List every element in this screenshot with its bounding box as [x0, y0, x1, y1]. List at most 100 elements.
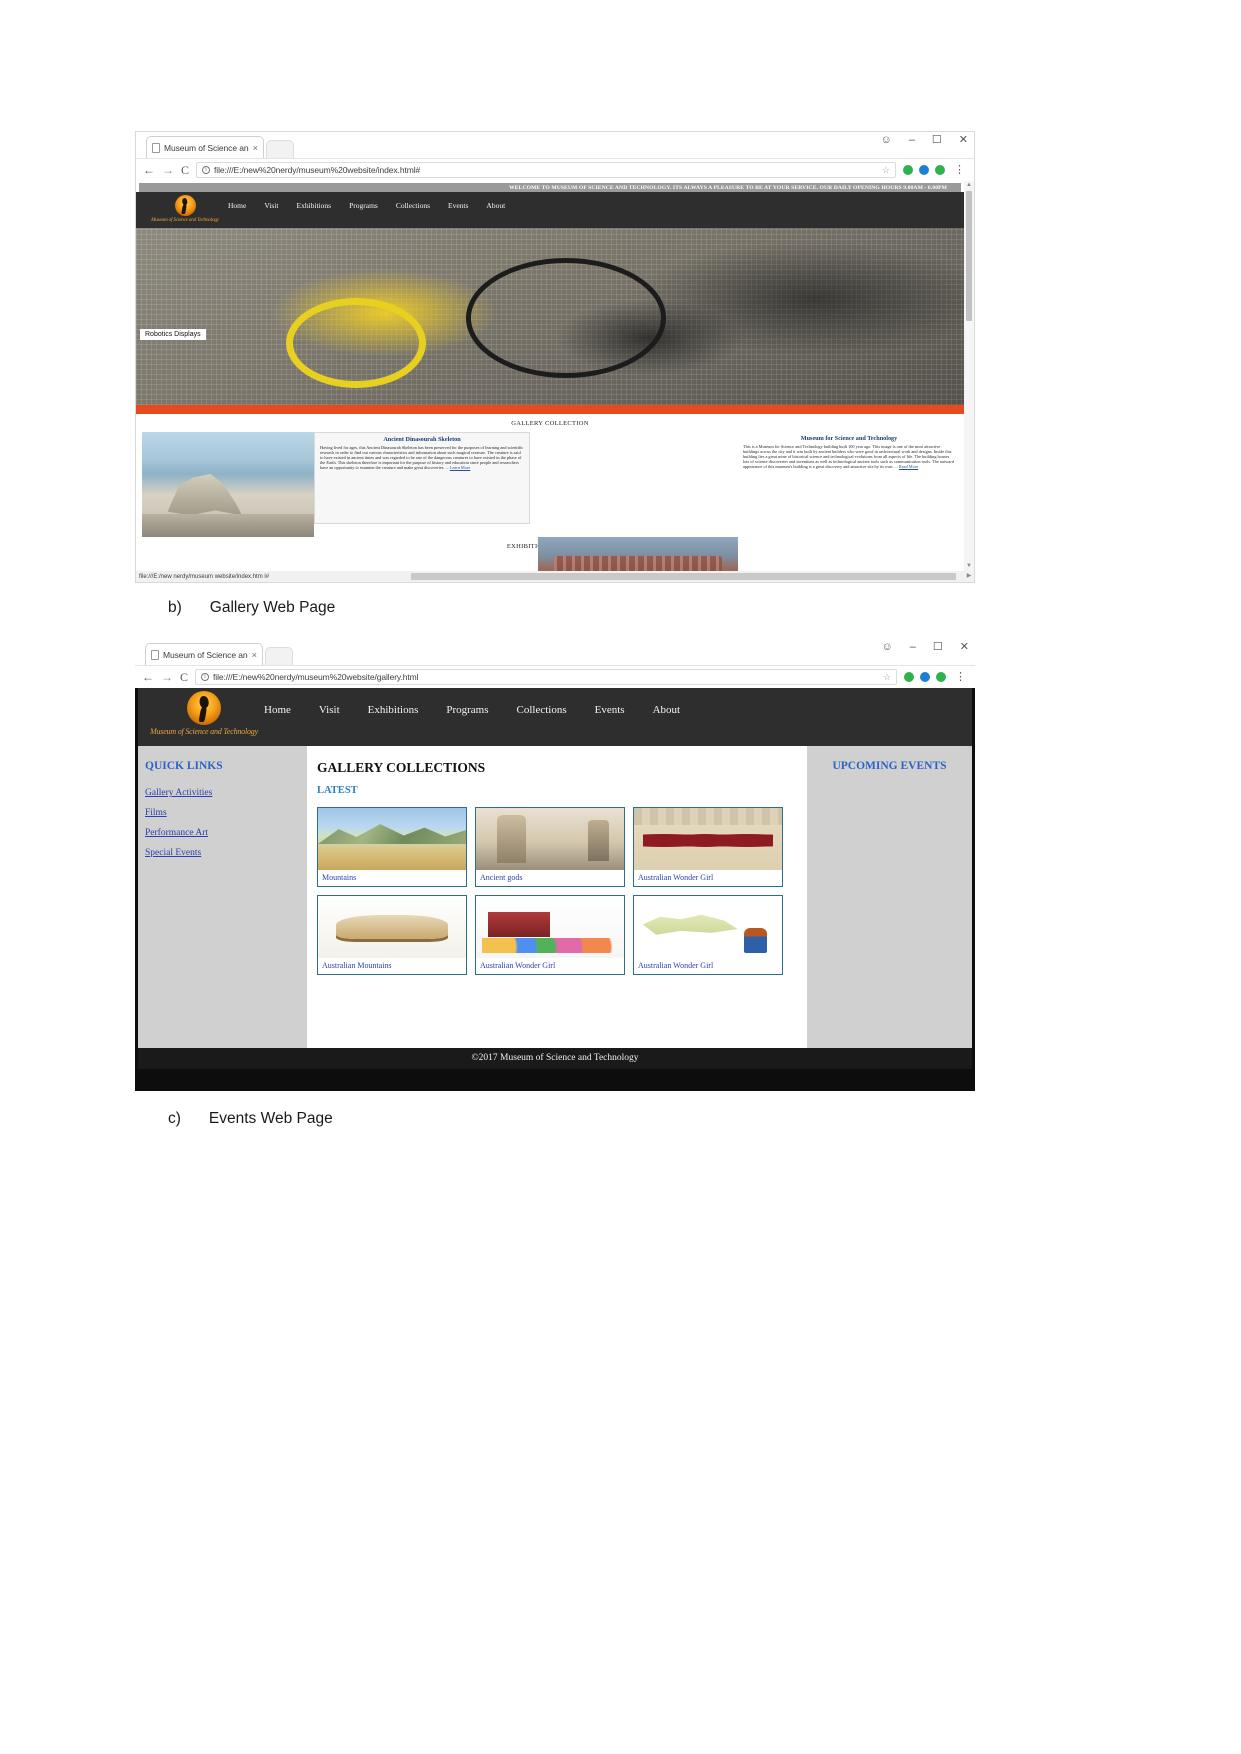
quick-link-special-events[interactable]: Special Events [145, 848, 307, 858]
address-bar[interactable]: i file:///E:/new%20nerdy/museum%20websit… [195, 669, 897, 685]
close-tab-icon[interactable]: × [253, 143, 258, 153]
nav-item-events[interactable]: Events [448, 201, 468, 210]
gallery-item-caption[interactable]: Australian Wonder Girl [634, 870, 782, 886]
forward-button[interactable]: → [162, 164, 174, 176]
figure-caption-c-marker: c) [168, 1110, 181, 1127]
page-horizontal-scrollbar[interactable]: file:///E:/new nerdy/museum website/inde… [136, 571, 974, 582]
gallery-item-caption[interactable]: Ancient gods [476, 870, 624, 886]
minimize-button[interactable]: – [909, 135, 915, 146]
card-text-dinosaur: Ancient Dinasourah Skeleton Having lived… [314, 432, 530, 524]
card-title-dinosaur: Ancient Dinasourah Skeleton [383, 436, 461, 443]
bookmark-star-icon[interactable]: ☆ [883, 672, 891, 683]
card-text-museum-building: Museum for Science and Technology This i… [738, 432, 960, 524]
nav-item-visit[interactable]: Visit [319, 704, 340, 716]
hero-caption: Robotics Displays [140, 329, 206, 340]
quick-link-performance-art[interactable]: Performance Art [145, 828, 307, 838]
wonder-girl-thumb-image [634, 808, 782, 870]
chrome-menu-icon[interactable]: ⋮ [952, 164, 967, 176]
address-bar[interactable]: i file:///E:/new%20nerdy/museum%20websit… [196, 162, 896, 178]
scroll-right-arrow-icon[interactable]: ▶ [964, 571, 974, 582]
card-image-museum-building[interactable] [538, 537, 738, 571]
hero-yellow-cable [286, 298, 426, 388]
window-controls: ☺ – ☐ ✕ [882, 642, 969, 653]
close-tab-icon[interactable]: × [252, 650, 257, 660]
gallery-collection-heading: GALLERY COLLECTION [511, 420, 589, 427]
gallery-item-caption[interactable]: Australian Mountains [318, 958, 466, 974]
gallery-item[interactable]: Mountains [317, 807, 467, 887]
maximize-button[interactable]: ☐ [933, 642, 943, 653]
bookmark-star-icon[interactable]: ☆ [882, 165, 890, 176]
extension-green-icon[interactable] [904, 672, 914, 682]
site-logo[interactable]: Museum of Science and Technology [142, 192, 228, 223]
reload-button[interactable]: C [181, 163, 189, 178]
page-favicon-icon [152, 142, 160, 153]
chrome-menu-icon[interactable]: ⋮ [953, 671, 968, 683]
back-button[interactable]: ← [143, 164, 155, 176]
nav-item-programs[interactable]: Programs [349, 201, 378, 210]
quick-link-films[interactable]: Films [145, 808, 307, 818]
site-logo[interactable]: Museum of Science and Technology [144, 688, 264, 736]
gallery-item-caption[interactable]: Australian Wonder Girl [634, 958, 782, 974]
new-tab-button[interactable] [265, 647, 293, 665]
page-vertical-scrollbar[interactable]: ▲ ▼ [964, 181, 974, 571]
nav-item-home[interactable]: Home [264, 704, 291, 716]
extension-blue-icon[interactable] [919, 165, 929, 175]
address-bar-url: file:///E:/new%20nerdy/museum%20website/… [213, 672, 419, 682]
gallery-item[interactable]: Ancient gods [475, 807, 625, 887]
extension-green2-icon[interactable] [936, 672, 946, 682]
new-tab-button[interactable] [266, 140, 294, 158]
browser-tab-home[interactable]: Museum of Science and × [146, 136, 264, 158]
extension-green-icon[interactable] [903, 165, 913, 175]
gallery-item[interactable]: Australian Wonder Girl [633, 895, 783, 975]
reload-button[interactable]: C [180, 670, 188, 685]
figure-caption-b-marker: b) [168, 599, 182, 616]
gallery-grid: Mountains Ancient gods Australian Wonder… [317, 807, 807, 975]
card-link-museum-building[interactable]: Read More [899, 464, 918, 469]
browser-tab-gallery[interactable]: Museum of Science and × [145, 643, 263, 665]
nav-item-exhibitions[interactable]: Exhibitions [296, 201, 331, 210]
figure-caption-b-text: Gallery Web Page [209, 599, 336, 616]
forward-button[interactable]: → [161, 671, 173, 683]
scroll-up-arrow-icon[interactable]: ▲ [964, 181, 974, 190]
logo-emblem-icon [174, 195, 196, 216]
gallery-item[interactable]: Australian Mountains [317, 895, 467, 975]
nav-item-events[interactable]: Events [595, 704, 625, 716]
user-profile-icon[interactable]: ☺ [882, 642, 893, 653]
nav-item-collections[interactable]: Collections [517, 704, 567, 716]
window-controls: ☺ – ☐ ✕ [881, 135, 968, 146]
close-window-button[interactable]: ✕ [960, 642, 969, 653]
maximize-button[interactable]: ☐ [932, 135, 942, 146]
tab-title: Museum of Science and [164, 142, 249, 153]
tab-strip-gallery: Museum of Science and × ☺ – ☐ ✕ [135, 639, 975, 665]
quick-link-gallery-activities[interactable]: Gallery Activities [145, 788, 307, 798]
gallery-item-caption[interactable]: Australian Wonder Girl [476, 958, 624, 974]
close-window-button[interactable]: ✕ [959, 135, 968, 146]
nav-item-collections[interactable]: Collections [396, 201, 430, 210]
nav-item-about[interactable]: About [653, 704, 681, 716]
site-info-icon[interactable]: i [201, 673, 210, 681]
nav-item-about[interactable]: About [486, 201, 505, 210]
extension-blue-icon[interactable] [920, 672, 930, 682]
nav-item-home[interactable]: Home [228, 201, 246, 210]
minimize-button[interactable]: – [910, 642, 916, 653]
nav-item-programs[interactable]: Programs [446, 704, 488, 716]
site-info-icon[interactable]: i [202, 166, 211, 174]
user-profile-icon[interactable]: ☺ [881, 135, 892, 146]
browser-window-gallery: Museum of Science and × ☺ – ☐ ✕ ← → C i … [135, 639, 975, 1091]
gallery-item[interactable]: Australian Wonder Girl [475, 895, 625, 975]
page-favicon-icon [151, 649, 159, 660]
quick-links-title: QUICK LINKS [145, 760, 223, 772]
gallery-item-caption[interactable]: Mountains [318, 870, 466, 886]
card-link-dinosaur[interactable]: Learn More [450, 465, 470, 470]
horizontal-scroll-thumb[interactable] [411, 573, 956, 580]
figure-caption-c-text: Events Web Page [208, 1110, 333, 1127]
extension-green2-icon[interactable] [935, 165, 945, 175]
vertical-scroll-thumb[interactable] [966, 191, 972, 321]
gallery-item[interactable]: Australian Wonder Girl [633, 807, 783, 887]
back-button[interactable]: ← [142, 671, 154, 683]
hero-banner: Robotics Displays [136, 228, 964, 405]
card-image-dinosaur[interactable] [142, 432, 314, 537]
nav-item-exhibitions[interactable]: Exhibitions [368, 704, 419, 716]
scroll-down-arrow-icon[interactable]: ▼ [964, 562, 974, 571]
nav-item-visit[interactable]: Visit [264, 201, 278, 210]
